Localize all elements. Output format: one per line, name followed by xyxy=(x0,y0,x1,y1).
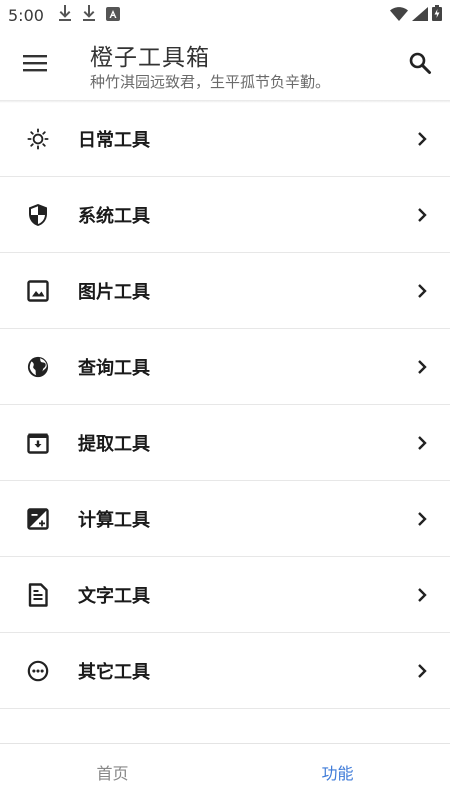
search-button[interactable] xyxy=(400,48,440,82)
download-icon xyxy=(58,5,72,25)
chevron-right-icon xyxy=(416,131,428,147)
screen: 5:00 橙子工具箱 种竹淇园远致君，生平孤节负辛勤。 日常工具 系统工具 图片… xyxy=(0,0,450,800)
image-icon xyxy=(27,279,49,302)
nav-home[interactable]: 首页 xyxy=(0,744,225,800)
tool-row-calculate[interactable]: 计算工具 xyxy=(0,481,450,557)
app-notification-icon xyxy=(105,6,120,25)
tool-label: 图片工具 xyxy=(78,281,150,303)
signal-icon xyxy=(412,6,428,25)
tool-label: 日常工具 xyxy=(78,129,150,151)
brightness-icon xyxy=(27,127,49,150)
tool-row-query[interactable]: 查询工具 xyxy=(0,329,450,405)
status-time: 5:00 xyxy=(8,5,44,25)
chevron-right-icon xyxy=(416,511,428,527)
app-subtitle: 种竹淇园远致君，生平孤节负辛勤。 xyxy=(90,73,331,91)
bottom-nav: 首页 功能 xyxy=(0,743,450,800)
app-bar: 橙子工具箱 种竹淇园远致君，生平孤节负辛勤。 xyxy=(0,30,450,100)
battery-icon xyxy=(432,5,442,25)
wifi-icon xyxy=(390,6,408,25)
tool-row-other[interactable]: 其它工具 xyxy=(0,633,450,709)
nav-features[interactable]: 功能 xyxy=(225,744,450,800)
archive-icon xyxy=(27,432,49,454)
search-icon xyxy=(408,51,432,79)
chevron-right-icon xyxy=(416,663,428,679)
more-icon xyxy=(27,660,49,682)
tool-label: 查询工具 xyxy=(78,357,150,379)
status-bar: 5:00 xyxy=(0,0,450,30)
document-icon xyxy=(27,582,49,607)
chevron-right-icon xyxy=(416,207,428,223)
chevron-right-icon xyxy=(416,283,428,299)
tool-label: 计算工具 xyxy=(78,509,150,531)
app-title: 橙子工具箱 xyxy=(90,45,210,71)
tool-list: 日常工具 系统工具 图片工具 查询工具 提取工具 计算工具 文字工具 其它工具 xyxy=(0,101,450,709)
tool-label: 系统工具 xyxy=(78,205,150,227)
tool-label: 其它工具 xyxy=(78,661,150,683)
tool-label: 文字工具 xyxy=(78,585,150,607)
tool-row-image[interactable]: 图片工具 xyxy=(0,253,450,329)
menu-button[interactable] xyxy=(12,48,58,82)
shield-icon xyxy=(27,203,49,226)
tool-row-daily[interactable]: 日常工具 xyxy=(0,101,450,177)
tool-row-text[interactable]: 文字工具 xyxy=(0,557,450,633)
download-icon xyxy=(82,5,96,25)
tool-row-system[interactable]: 系统工具 xyxy=(0,177,450,253)
status-notification-icons xyxy=(58,5,120,25)
tool-row-extract[interactable]: 提取工具 xyxy=(0,405,450,481)
hamburger-menu-icon xyxy=(23,54,47,76)
tool-label: 提取工具 xyxy=(78,433,150,455)
globe-icon xyxy=(27,356,49,378)
chevron-right-icon xyxy=(416,587,428,603)
status-system-icons xyxy=(390,5,442,25)
chevron-right-icon xyxy=(416,359,428,375)
calculator-icon xyxy=(27,507,49,530)
chevron-right-icon xyxy=(416,435,428,451)
